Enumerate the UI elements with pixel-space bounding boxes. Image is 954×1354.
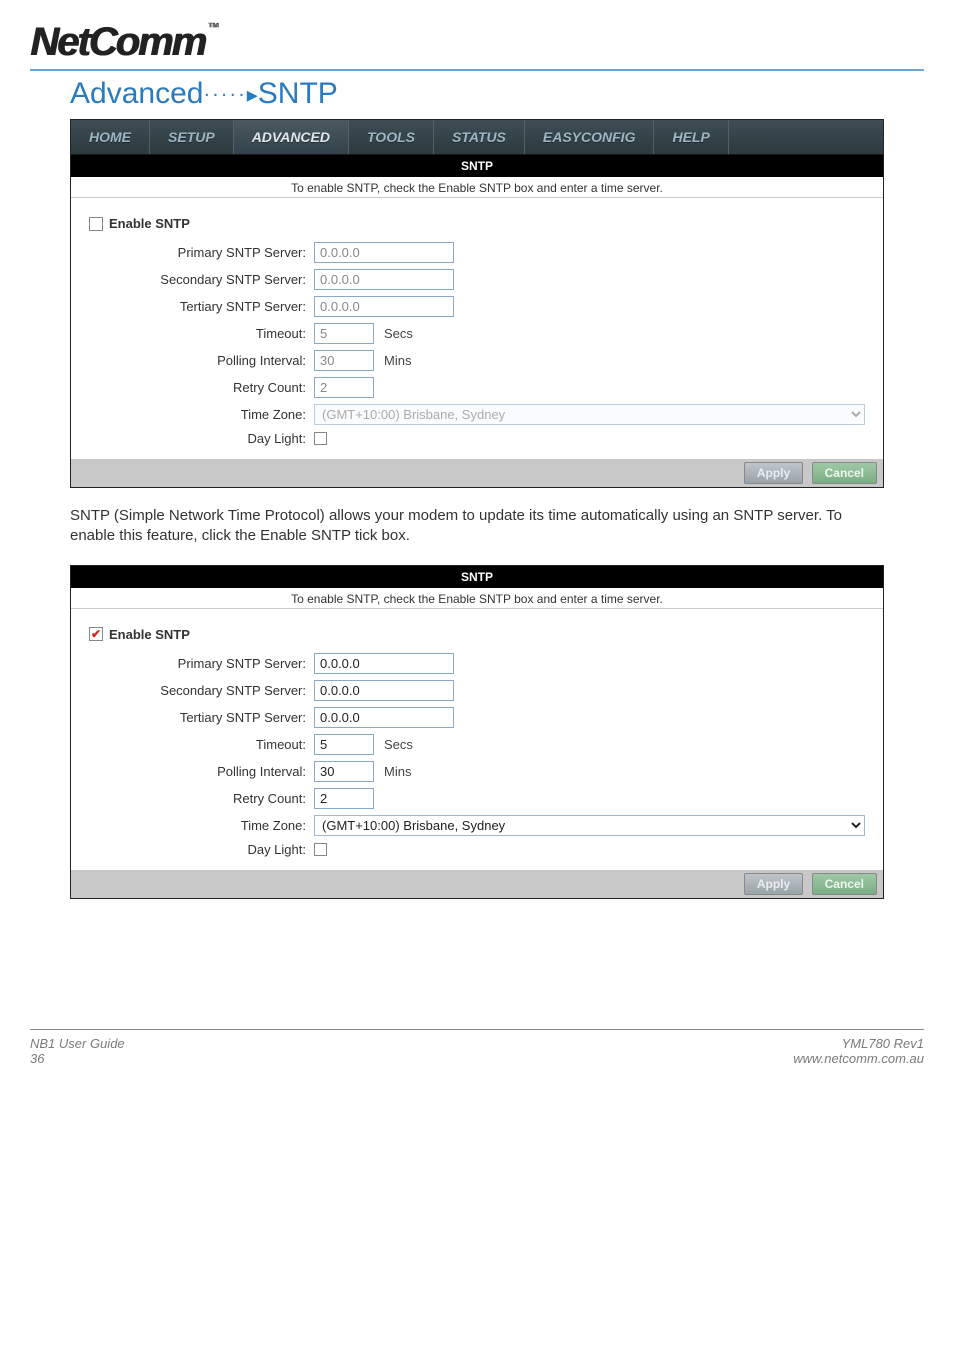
daylight-label-2: Day Light: xyxy=(89,842,314,857)
tertiary-server-input-2[interactable] xyxy=(314,707,454,728)
timezone-label-2: Time Zone: xyxy=(89,818,314,833)
primary-server-input-2[interactable] xyxy=(314,653,454,674)
footer-revision: YML780 Rev1 xyxy=(793,1036,924,1051)
sntp-title-bar-2: SNTP xyxy=(71,566,883,588)
timezone-label: Time Zone: xyxy=(89,407,314,422)
heading-suffix: SNTP xyxy=(258,77,338,110)
apply-button-2[interactable]: Apply xyxy=(744,873,803,895)
sntp-hint: To enable SNTP, check the Enable SNTP bo… xyxy=(71,177,883,198)
sntp-form-enabled: ✔ Enable SNTP Primary SNTP Server: Secon… xyxy=(71,609,883,870)
router-panel-disabled: HOME SETUP ADVANCED TOOLS STATUS EASYCON… xyxy=(70,119,884,488)
logo-text: NetComm xyxy=(30,20,205,64)
tab-tools[interactable]: TOOLS xyxy=(349,120,434,154)
timezone-select-2[interactable]: (GMT+10:00) Brisbane, Sydney xyxy=(314,815,865,836)
timeout-unit: Secs xyxy=(384,326,413,341)
enable-sntp-row-2: ✔ Enable SNTP xyxy=(89,627,865,642)
router-panel-enabled: SNTP To enable SNTP, check the Enable SN… xyxy=(70,565,884,899)
polling-unit-2: Mins xyxy=(384,764,411,779)
page-footer: NB1 User Guide 36 YML780 Rev1 www.netcom… xyxy=(30,1029,924,1066)
daylight-label: Day Light: xyxy=(89,431,314,446)
enable-sntp-label-2: Enable SNTP xyxy=(109,627,190,642)
cancel-button-2[interactable]: Cancel xyxy=(812,873,877,895)
tab-setup[interactable]: SETUP xyxy=(150,120,234,154)
primary-server-label-2: Primary SNTP Server: xyxy=(89,656,314,671)
tertiary-server-label-2: Tertiary SNTP Server: xyxy=(89,710,314,725)
retry-input[interactable] xyxy=(314,377,374,398)
description-paragraph: SNTP (Simple Network Time Protocol) allo… xyxy=(70,506,884,547)
retry-label-2: Retry Count: xyxy=(89,791,314,806)
tertiary-server-label: Tertiary SNTP Server: xyxy=(89,299,314,314)
tab-status[interactable]: STATUS xyxy=(434,120,525,154)
section-heading: Advanced·····▸SNTP xyxy=(70,77,924,111)
heading-dots: ····· xyxy=(203,84,246,106)
daylight-checkbox-2[interactable] xyxy=(314,843,327,856)
footer-guide-title: NB1 User Guide xyxy=(30,1036,125,1051)
primary-server-input[interactable] xyxy=(314,242,454,263)
daylight-checkbox[interactable] xyxy=(314,432,327,445)
sntp-form-disabled: Enable SNTP Primary SNTP Server: Seconda… xyxy=(71,198,883,459)
tertiary-server-input[interactable] xyxy=(314,296,454,317)
secondary-server-input-2[interactable] xyxy=(314,680,454,701)
sntp-hint-2: To enable SNTP, check the Enable SNTP bo… xyxy=(71,588,883,609)
heading-prefix: Advanced xyxy=(70,77,203,110)
heading-arrow-icon: ▸ xyxy=(247,82,258,107)
nav-spacer xyxy=(729,120,883,154)
footer-left: NB1 User Guide 36 xyxy=(30,1036,125,1066)
nav-tabs: HOME SETUP ADVANCED TOOLS STATUS EASYCON… xyxy=(71,120,883,155)
timeout-label: Timeout: xyxy=(89,326,314,341)
tab-home[interactable]: HOME xyxy=(71,120,150,154)
timeout-label-2: Timeout: xyxy=(89,737,314,752)
button-bar-2: Apply Cancel xyxy=(71,870,883,898)
retry-input-2[interactable] xyxy=(314,788,374,809)
tab-easyconfig[interactable]: EASYCONFIG xyxy=(525,120,655,154)
sntp-title-bar: SNTP xyxy=(71,155,883,177)
polling-label: Polling Interval: xyxy=(89,353,314,368)
tab-help[interactable]: HELP xyxy=(654,120,728,154)
polling-input-2[interactable] xyxy=(314,761,374,782)
enable-sntp-checkbox[interactable] xyxy=(89,217,103,231)
footer-url: www.netcomm.com.au xyxy=(793,1051,924,1066)
timeout-input[interactable] xyxy=(314,323,374,344)
enable-sntp-checkbox-checked[interactable]: ✔ xyxy=(89,627,103,641)
timeout-unit-2: Secs xyxy=(384,737,413,752)
footer-page-number: 36 xyxy=(30,1051,125,1066)
enable-sntp-row: Enable SNTP xyxy=(89,216,865,231)
logo-tm: ™ xyxy=(207,20,219,34)
button-bar: Apply Cancel xyxy=(71,459,883,487)
enable-sntp-label: Enable SNTP xyxy=(109,216,190,231)
secondary-server-label-2: Secondary SNTP Server: xyxy=(89,683,314,698)
polling-label-2: Polling Interval: xyxy=(89,764,314,779)
timezone-select[interactable]: (GMT+10:00) Brisbane, Sydney xyxy=(314,404,865,425)
secondary-server-input[interactable] xyxy=(314,269,454,290)
primary-server-label: Primary SNTP Server: xyxy=(89,245,314,260)
secondary-server-label: Secondary SNTP Server: xyxy=(89,272,314,287)
polling-unit: Mins xyxy=(384,353,411,368)
polling-input[interactable] xyxy=(314,350,374,371)
footer-right: YML780 Rev1 www.netcomm.com.au xyxy=(793,1036,924,1066)
retry-label: Retry Count: xyxy=(89,380,314,395)
header-rule xyxy=(30,69,924,71)
brand-logo: NetComm™ xyxy=(30,20,924,65)
cancel-button[interactable]: Cancel xyxy=(812,462,877,484)
timeout-input-2[interactable] xyxy=(314,734,374,755)
tab-advanced[interactable]: ADVANCED xyxy=(234,120,349,154)
apply-button[interactable]: Apply xyxy=(744,462,803,484)
